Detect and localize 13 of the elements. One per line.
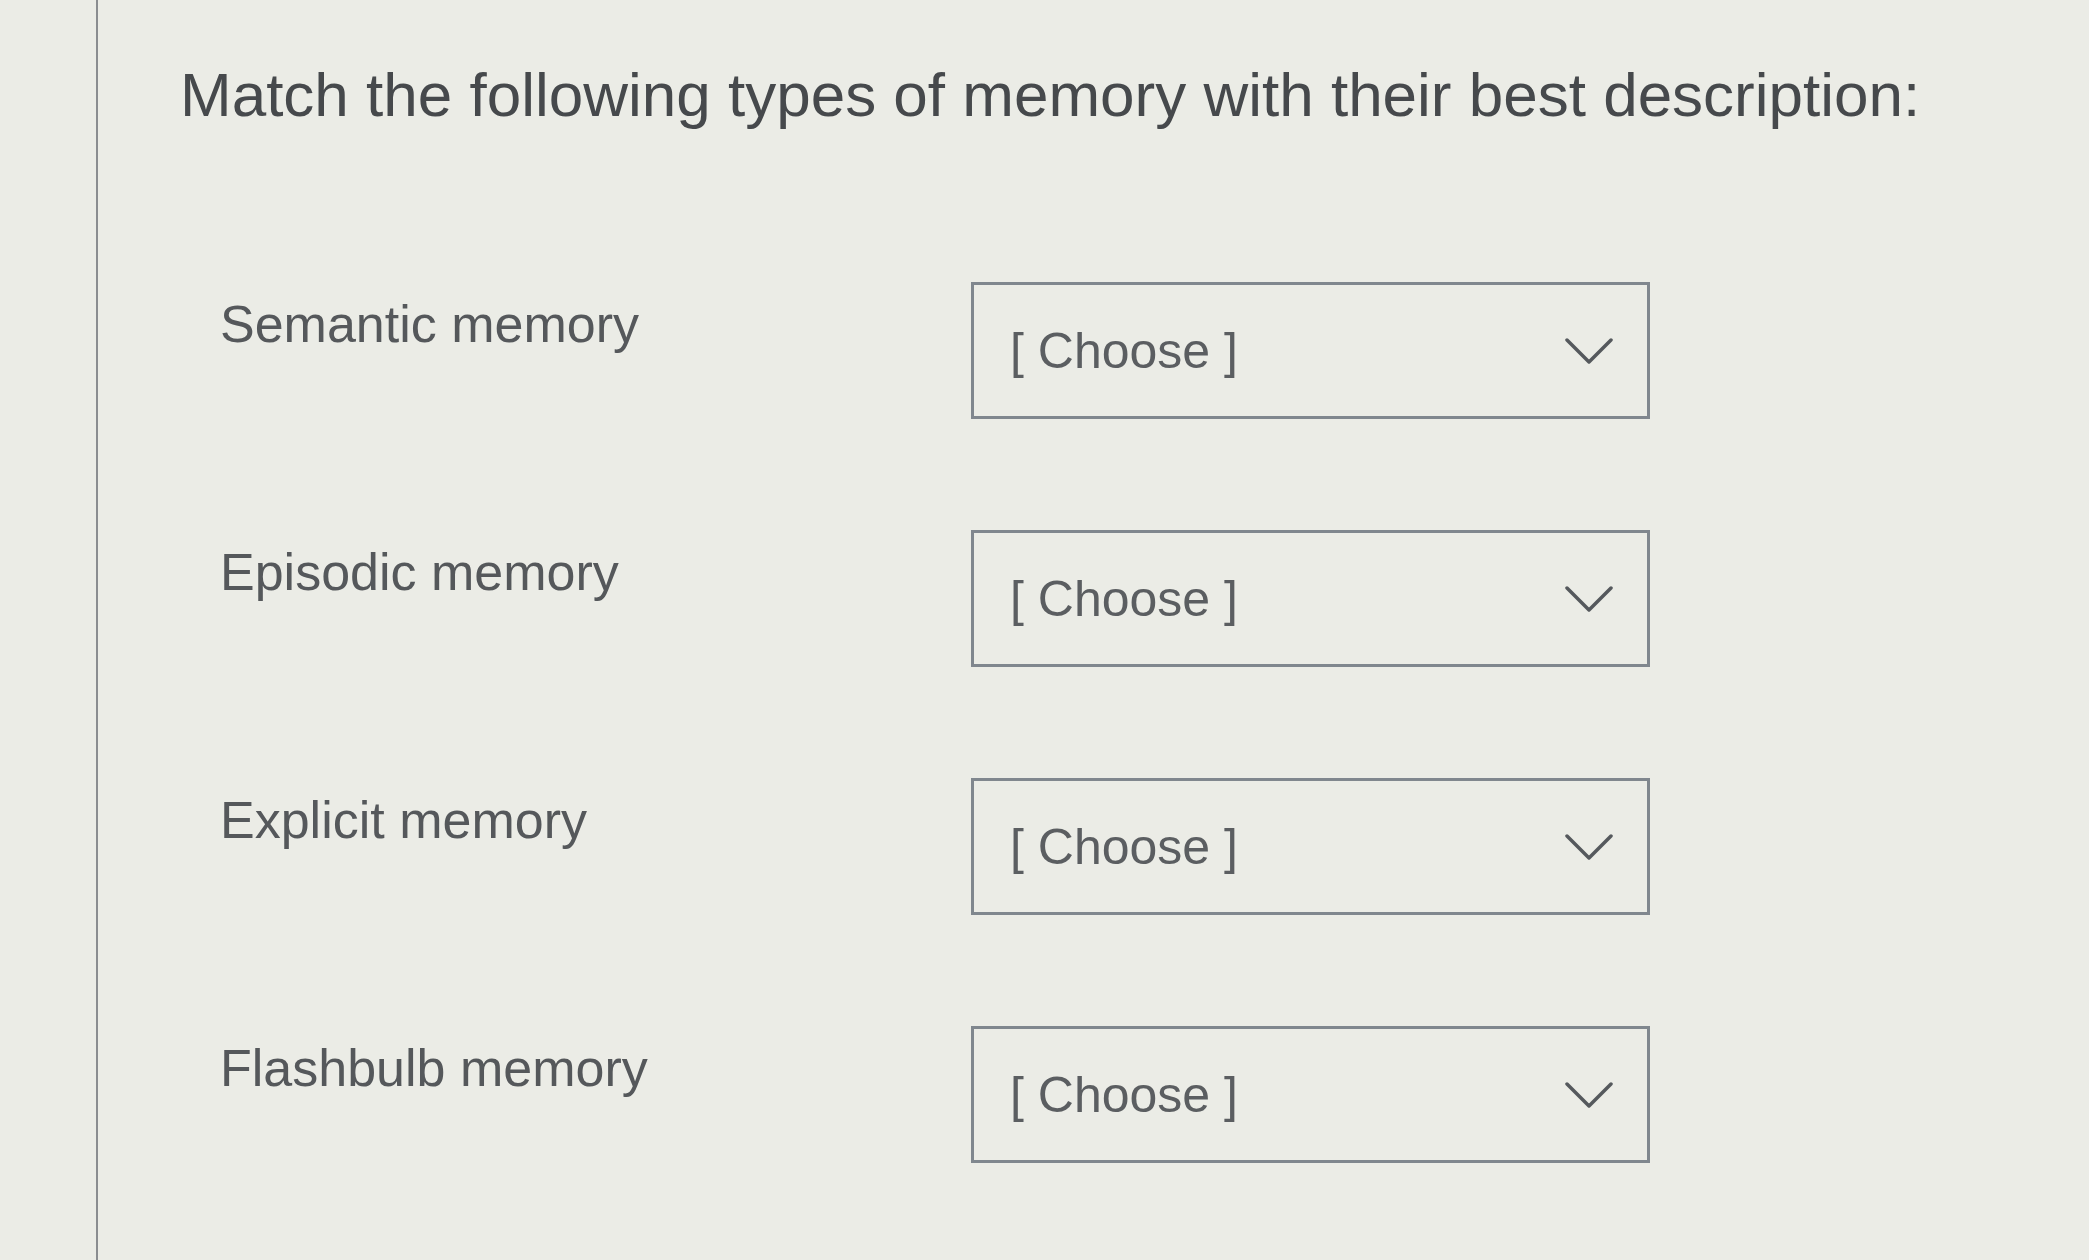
question-title: Match the following types of memory with their best description: [180,59,1921,131]
chevron-down-icon [1565,832,1613,861]
chevron-down-icon [1565,584,1613,613]
memory-type-label: Episodic memory [220,542,619,603]
chevron-down-icon [1565,1080,1613,1109]
memory-type-label: Semantic memory [220,294,639,355]
memory-type-label: Flashbulb memory [220,1038,648,1099]
choose-dropdown[interactable]: [ Choose ] [971,282,1650,420]
chevron-down-icon [1565,336,1613,365]
memory-type-label: Explicit memory [220,790,587,851]
choose-dropdown[interactable]: [ Choose ] [971,530,1650,668]
choose-dropdown[interactable]: [ Choose ] [971,1026,1650,1164]
choose-dropdown[interactable]: [ Choose ] [971,778,1650,916]
